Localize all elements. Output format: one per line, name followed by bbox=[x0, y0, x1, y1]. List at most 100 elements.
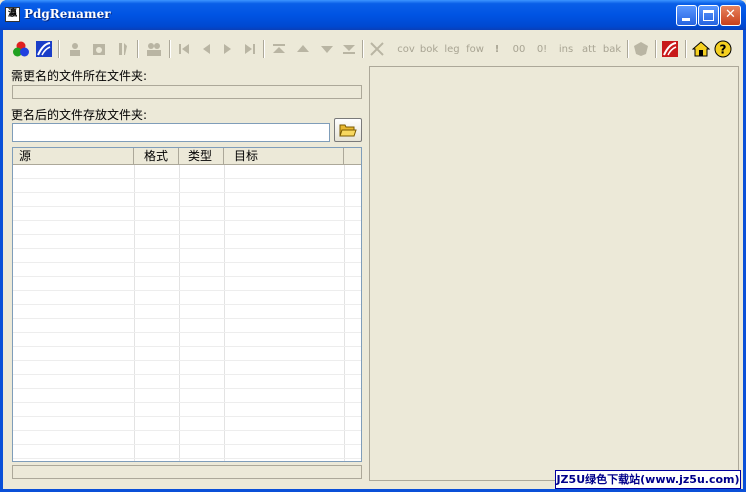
window-title: PdgRenamer bbox=[24, 7, 111, 21]
preview-panel bbox=[369, 66, 739, 481]
grid-row-line bbox=[13, 388, 361, 389]
grid-row-line bbox=[13, 374, 361, 375]
grid-row-line bbox=[13, 402, 361, 403]
grid-row-line bbox=[13, 430, 361, 431]
bok-button[interactable]: bok bbox=[418, 38, 440, 60]
toolbar-separator bbox=[169, 40, 171, 58]
toolbar-separator bbox=[685, 40, 687, 58]
first-icon bbox=[179, 44, 189, 54]
users-button[interactable] bbox=[143, 38, 165, 60]
delete-icon bbox=[370, 42, 384, 56]
grid-row-line bbox=[13, 206, 361, 207]
svg-text:?: ? bbox=[720, 43, 727, 57]
zero-zero-button[interactable]: 00 bbox=[510, 38, 528, 60]
home-button[interactable] bbox=[691, 38, 711, 60]
user-button[interactable] bbox=[65, 38, 85, 60]
grid-row-line bbox=[13, 178, 361, 179]
open-folder-icon bbox=[339, 124, 357, 137]
close-button[interactable]: ✕ bbox=[720, 5, 741, 26]
maximize-icon bbox=[703, 10, 714, 21]
ins-button[interactable]: ins bbox=[555, 38, 577, 60]
column-header-type[interactable]: 类型 bbox=[179, 148, 224, 165]
column-header-format[interactable]: 格式 bbox=[134, 148, 179, 165]
target-folder-input[interactable] bbox=[12, 123, 330, 142]
down-icon bbox=[321, 46, 333, 53]
grid-row-line bbox=[13, 262, 361, 263]
shield-icon bbox=[634, 42, 648, 56]
file-table[interactable]: 源 格式 类型 目标 bbox=[12, 147, 362, 462]
grid-row-line bbox=[13, 248, 361, 249]
toolbar-separator bbox=[263, 40, 265, 58]
browse-folder-button[interactable] bbox=[334, 118, 362, 142]
toolbar-separator bbox=[58, 40, 60, 58]
toolbar-separator bbox=[362, 40, 364, 58]
user-icon bbox=[70, 43, 80, 56]
delete-button[interactable] bbox=[367, 38, 387, 60]
grid-row-line bbox=[13, 346, 361, 347]
column-header-target[interactable]: 目标 bbox=[224, 148, 344, 165]
grid-row-line bbox=[13, 192, 361, 193]
source-folder-field[interactable] bbox=[12, 85, 362, 99]
scan-icon bbox=[36, 41, 52, 57]
bak-button[interactable]: bak bbox=[601, 38, 623, 60]
grid-row-line bbox=[13, 458, 361, 459]
last-icon bbox=[245, 44, 255, 54]
grid-row-line bbox=[13, 416, 361, 417]
client-area: cov bok leg fow ! 00 0! ins att bak ? 需更… bbox=[3, 30, 743, 489]
last-button[interactable] bbox=[241, 38, 259, 60]
minimize-icon bbox=[682, 18, 690, 21]
next-button[interactable] bbox=[219, 38, 237, 60]
maximize-button[interactable] bbox=[698, 5, 719, 26]
toolbar-separator bbox=[627, 40, 629, 58]
top-button[interactable] bbox=[269, 38, 289, 60]
status-bar bbox=[12, 465, 362, 479]
grid-column-line bbox=[224, 165, 225, 461]
wave-button[interactable] bbox=[660, 38, 680, 60]
title-bar[interactable]: 瀛 PdgRenamer ✕ bbox=[0, 0, 746, 30]
cov-button[interactable]: cov bbox=[395, 38, 417, 60]
home-icon bbox=[692, 41, 710, 57]
grid-row-line bbox=[13, 360, 361, 361]
column-header-source[interactable]: 源 bbox=[13, 148, 134, 165]
grid-row-line bbox=[13, 290, 361, 291]
watermark-banner: JZ5U绿色下载站(www.jz5u.com) bbox=[555, 470, 741, 489]
grid-row-line bbox=[13, 318, 361, 319]
help-icon: ? bbox=[714, 40, 732, 58]
prev-button[interactable] bbox=[197, 38, 215, 60]
down-button[interactable] bbox=[317, 38, 337, 60]
grid-column-line bbox=[134, 165, 135, 461]
shield-button[interactable] bbox=[631, 38, 651, 60]
grid-row-line bbox=[13, 304, 361, 305]
zero-exclaim-button[interactable]: 0! bbox=[533, 38, 551, 60]
tools-button[interactable] bbox=[113, 38, 133, 60]
exclaim-button[interactable]: ! bbox=[489, 38, 505, 60]
help-button[interactable]: ? bbox=[713, 38, 733, 60]
color-circles-icon bbox=[13, 41, 29, 57]
toolbar: cov bok leg fow ! 00 0! ins att bak ? bbox=[9, 38, 739, 62]
grid-row-line bbox=[13, 220, 361, 221]
top-icon bbox=[273, 44, 285, 53]
camera-button[interactable] bbox=[89, 38, 109, 60]
grid-row-line bbox=[13, 444, 361, 445]
scan-button[interactable] bbox=[34, 38, 54, 60]
users-icon bbox=[147, 43, 161, 56]
grid-row-line bbox=[13, 234, 361, 235]
first-button[interactable] bbox=[175, 38, 193, 60]
grid-row-line bbox=[13, 332, 361, 333]
grid-row-line bbox=[13, 276, 361, 277]
target-folder-label: 更名后的文件存放文件夹: bbox=[11, 108, 148, 122]
minimize-button[interactable] bbox=[676, 5, 697, 26]
grid-column-line bbox=[179, 165, 180, 461]
bottom-icon bbox=[343, 45, 355, 54]
source-folder-label: 需更名的文件所在文件夹: bbox=[11, 69, 148, 83]
fow-button[interactable]: fow bbox=[464, 38, 486, 60]
leg-button[interactable]: leg bbox=[441, 38, 463, 60]
color-circles-button[interactable] bbox=[11, 38, 31, 60]
column-header-filler bbox=[344, 148, 361, 165]
up-button[interactable] bbox=[293, 38, 313, 60]
bottom-button[interactable] bbox=[339, 38, 359, 60]
next-icon bbox=[224, 44, 231, 54]
wave-icon bbox=[662, 41, 678, 57]
att-button[interactable]: att bbox=[578, 38, 600, 60]
prev-icon bbox=[203, 44, 210, 54]
